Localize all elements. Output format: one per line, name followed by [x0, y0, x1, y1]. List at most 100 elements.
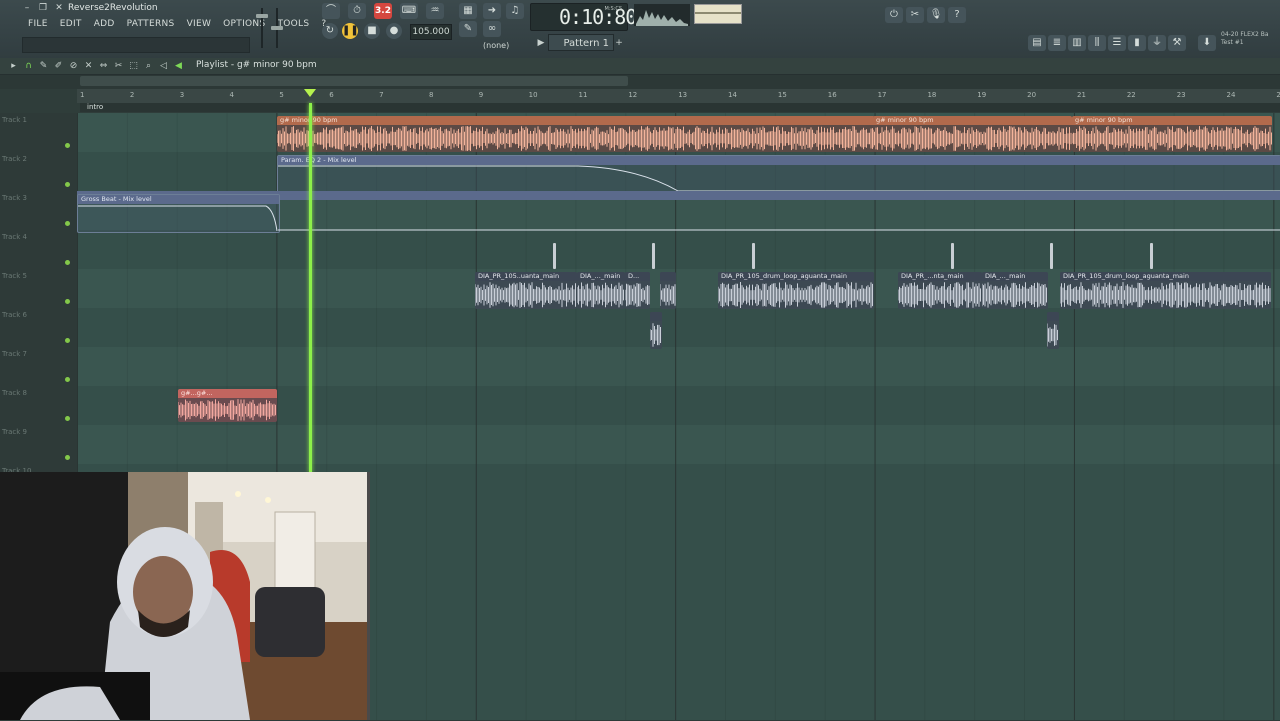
audio-clip-gminor-1[interactable]: g# minor 90 bpm — [277, 116, 875, 152]
audio-clip-gminor-3[interactable]: g# minor 90 bpm — [1072, 116, 1272, 152]
hit-clip[interactable] — [553, 243, 556, 269]
typing-keyboard-icon[interactable]: ▦ — [459, 3, 477, 19]
drum-clip-1[interactable]: DIA_PR_105..uanta_main — [475, 272, 577, 309]
track-led[interactable] — [65, 221, 70, 226]
track-led[interactable] — [65, 143, 70, 148]
menu-file[interactable]: FILE — [22, 17, 54, 31]
mute-icon[interactable]: ✕ — [83, 60, 94, 72]
automation-clip-param-eq[interactable]: Param. EQ 2 - Mix level — [277, 155, 1280, 193]
pause-button[interactable]: ❚❚ — [342, 23, 359, 39]
mic-icon[interactable]: 🎙 — [927, 7, 945, 23]
record-button[interactable]: ● — [386, 23, 402, 39]
none-selector[interactable]: (none) — [483, 41, 509, 50]
track-lane-9[interactable] — [77, 425, 1280, 465]
pattern-add-icon[interactable]: + — [614, 36, 624, 50]
track-header-7[interactable]: Track 7 — [0, 347, 77, 387]
drum-clip-4[interactable]: DIA_PR_105_drum_loop_aguanta_main — [1060, 272, 1271, 309]
restore-icon[interactable]: ❐ — [38, 3, 48, 13]
speaker-icon[interactable]: ◀ — [173, 60, 184, 72]
arrow-right-icon[interactable]: ➜ — [483, 3, 501, 19]
magnet-icon[interactable]: ∩ — [23, 60, 34, 72]
minimize-icon[interactable]: – — [22, 3, 32, 13]
help-icon[interactable]: ? — [948, 7, 966, 23]
menu-patterns[interactable]: PATTERNS — [121, 17, 181, 31]
tools-icon[interactable]: ⚒ — [1168, 35, 1186, 51]
hit-clip[interactable] — [951, 243, 954, 269]
track-led[interactable] — [65, 338, 70, 343]
cut-icon[interactable]: ✂ — [906, 7, 924, 23]
plugin-db-icon[interactable]: ▮ — [1128, 35, 1146, 51]
playhead-marker[interactable] — [304, 89, 316, 97]
menu-edit[interactable]: EDIT — [54, 17, 88, 31]
time-display[interactable]: 0:10:80 M:S:CS — [530, 3, 637, 31]
slip-icon[interactable]: ⇔ — [98, 60, 109, 72]
hit-clip[interactable] — [1150, 243, 1153, 269]
track-header-2[interactable]: Track 2 — [0, 152, 77, 192]
download-icon[interactable]: ⬇ — [1198, 35, 1216, 51]
track-lane-7[interactable] — [77, 347, 1280, 387]
pattern-selector[interactable]: Pattern 1 — [548, 34, 614, 51]
drum-clip-3[interactable]: DIA_PR_...nta_main — [898, 272, 982, 309]
stop-button[interactable]: ■ — [364, 23, 380, 39]
track-header-1[interactable]: Track 1 — [0, 113, 77, 153]
plugin-icon[interactable]: ⏚ — [1148, 35, 1166, 51]
menu-options[interactable]: OPTIONS — [217, 17, 271, 31]
track-header-3[interactable]: Track 3 — [0, 191, 77, 231]
countdown-button[interactable]: 3.2 — [374, 3, 392, 19]
track-led[interactable] — [65, 455, 70, 460]
drum-clip-2[interactable]: DIA_PR_105_drum_loop_aguanta_main — [718, 272, 874, 309]
marker-intro[interactable]: intro — [87, 103, 103, 111]
piano-roll-icon[interactable]: ▥ — [1068, 35, 1086, 51]
master-pitch-slider[interactable] — [271, 8, 283, 48]
reset-icon[interactable]: ⏻ — [885, 7, 903, 23]
blend-notes-icon[interactable]: ♒ — [426, 3, 444, 19]
track-led[interactable] — [65, 299, 70, 304]
zoom-icon[interactable]: ⌕ — [143, 60, 154, 72]
link-icon[interactable]: ∞ — [483, 21, 501, 37]
select-icon[interactable]: ⬚ — [128, 60, 139, 72]
metronome-icon[interactable]: ⌒ — [322, 3, 340, 19]
hit-clip-6a[interactable] — [650, 312, 662, 349]
browser-icon[interactable]: ☰ — [1108, 35, 1126, 51]
track-header-6[interactable]: Track 6 — [0, 308, 77, 348]
automation-clip-gross-beat[interactable]: Gross Beat - Mix level — [77, 194, 280, 233]
track-lane-6[interactable] — [77, 308, 1280, 348]
draw-icon[interactable]: ✎ — [38, 60, 49, 72]
channel-rack-icon[interactable]: ≣ — [1048, 35, 1066, 51]
track-header-4[interactable]: Track 4 — [0, 230, 77, 270]
delete-icon[interactable]: ⊘ — [68, 60, 79, 72]
track-header-8[interactable]: Track 8 — [0, 386, 77, 426]
track-led[interactable] — [65, 260, 70, 265]
drum-clip-1b[interactable]: DIA_..._main — [577, 272, 625, 309]
track-lane-4[interactable] — [77, 230, 1280, 270]
track-header-5[interactable]: Track 5 — [0, 269, 77, 309]
pink-clip[interactable]: g#...g#... — [178, 389, 277, 422]
step-edit-icon[interactable]: ⌨ — [400, 3, 418, 19]
hit-clip[interactable] — [1050, 243, 1053, 269]
pencil-icon[interactable]: ✎ — [459, 21, 477, 37]
playhead-line[interactable] — [309, 103, 312, 473]
track-led[interactable] — [65, 416, 70, 421]
playback-icon[interactable]: ◁ — [158, 60, 169, 72]
drum-clip-1c[interactable]: D... — [625, 272, 650, 309]
drum-clip-1d[interactable] — [660, 272, 676, 309]
playlist-icon[interactable]: ▤ — [1028, 35, 1046, 51]
mixer-icon[interactable]: ⫼ — [1088, 35, 1106, 51]
wait-icon[interactable]: ⏱ — [348, 3, 366, 19]
playlist-menu-icon[interactable]: ▸ — [8, 60, 19, 72]
hit-clip-6b[interactable] — [1047, 312, 1059, 349]
tempo-display[interactable]: 105.000 — [410, 24, 452, 40]
audio-clip-gminor-2[interactable]: g# minor 90 bpm — [873, 116, 1072, 152]
paint-icon[interactable]: ✐ — [53, 60, 64, 72]
close-icon[interactable]: ✕ — [54, 3, 64, 13]
menu-add[interactable]: ADD — [88, 17, 121, 31]
menu-view[interactable]: VIEW — [181, 17, 218, 31]
track-header-9[interactable]: Track 9 — [0, 425, 77, 465]
track-led[interactable] — [65, 377, 70, 382]
bell-icon[interactable]: ♫ — [506, 3, 524, 19]
hit-clip[interactable] — [652, 243, 655, 269]
track-led[interactable] — [65, 182, 70, 187]
slice-icon[interactable]: ✂ — [113, 60, 124, 72]
pattern-prev-icon[interactable]: ▶ — [536, 36, 546, 50]
hit-clip[interactable] — [752, 243, 755, 269]
